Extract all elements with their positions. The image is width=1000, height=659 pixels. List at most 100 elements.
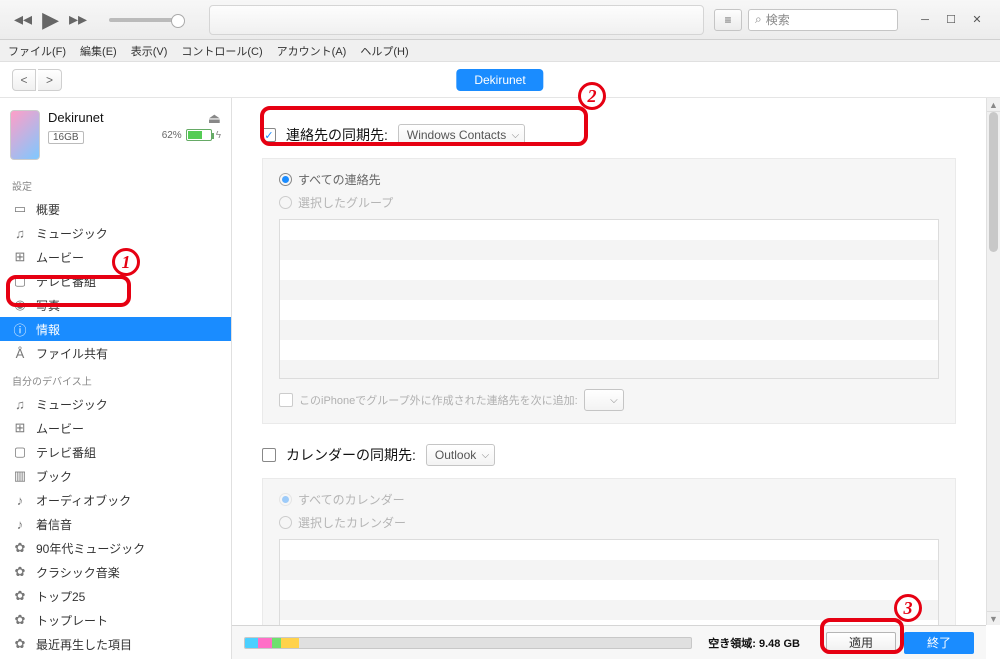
sidebar-item-ondevice[interactable]: ♪ オーディオブック	[0, 488, 231, 512]
sidebar-item-ondevice[interactable]: ✿ クラシック音楽	[0, 560, 231, 584]
prev-track-button[interactable]: ◂◂	[14, 9, 32, 30]
done-button[interactable]: 終了	[904, 632, 974, 654]
sidebar-item-settings[interactable]: ⊞ムービー	[0, 245, 231, 269]
sidebar-item-settings[interactable]: Åファイル共有	[0, 341, 231, 365]
calendars-sync-dropdown[interactable]: Outlook	[426, 444, 495, 466]
player-bar: ◂◂ ▶ ▸▸ ≡ ⌕ 検索 ─ ☐ ✕	[0, 0, 1000, 40]
sidebar-item-icon: ✿	[12, 612, 28, 628]
settings-heading: 設定	[0, 170, 231, 197]
menu-view[interactable]: 表示(V)	[131, 43, 168, 59]
sidebar-item-settings[interactable]: ⓘ 情報	[0, 317, 231, 341]
play-button[interactable]: ▶	[42, 7, 59, 33]
sidebar-item-label: クラシック音楽	[36, 564, 120, 581]
scroll-up-icon[interactable]: ▲	[987, 98, 1000, 112]
sidebar-item-icon: Å	[12, 346, 28, 361]
sidebar-item-ondevice[interactable]: ✿最近再生した項目	[0, 632, 231, 656]
contacts-sync-label: 連絡先の同期先:	[286, 125, 388, 145]
sidebar-item-icon: ♪	[12, 493, 28, 508]
menu-bar: ファイル(F) 編集(E) 表示(V) コントロール(C) アカウント(A) ヘ…	[0, 40, 1000, 62]
next-track-button[interactable]: ▸▸	[69, 9, 87, 30]
sidebar-item-icon: ⊞	[12, 420, 28, 436]
contacts-group-list	[279, 219, 939, 379]
sidebar-item-settings[interactable]: ▢テレビ番組	[0, 269, 231, 293]
sidebar-item-ondevice[interactable]: ✿ トップレート	[0, 608, 231, 632]
radio-icon	[279, 173, 292, 186]
sidebar-item-icon: ▢	[12, 444, 28, 460]
sidebar-item-label: 写真	[36, 297, 60, 314]
sidebar-item-icon: ♫	[12, 397, 28, 412]
menu-edit[interactable]: 編集(E)	[80, 43, 117, 59]
sidebar-item-ondevice[interactable]: ⊞ムービー	[0, 416, 231, 440]
sidebar-item-icon: ✿	[12, 588, 28, 604]
device-thumbnail	[10, 110, 40, 160]
battery-icon	[186, 129, 212, 141]
calendars-radio-selected[interactable]: 選択したカレンダー	[279, 514, 939, 531]
scroll-thumb[interactable]	[989, 112, 998, 252]
radio-icon	[279, 196, 292, 209]
apply-button[interactable]: 適用	[826, 632, 896, 654]
device-tab[interactable]: Dekirunet	[456, 69, 543, 91]
sidebar-item-ondevice[interactable]: ♪ 着信音	[0, 512, 231, 536]
contacts-sync-row: ✓ 連絡先の同期先: Windows Contacts	[262, 124, 956, 146]
sidebar-item-icon: ◉	[12, 297, 28, 313]
nav-forward-button[interactable]: >	[38, 69, 62, 91]
sidebar-item-ondevice[interactable]: ♫ ミュージック	[0, 392, 231, 416]
contacts-sync-checkbox[interactable]: ✓	[262, 128, 276, 142]
list-view-button[interactable]: ≡	[714, 9, 742, 31]
sidebar-item-ondevice[interactable]: ✿ トップ25	[0, 584, 231, 608]
on-device-heading: 自分のデバイス上	[0, 365, 231, 392]
window-maximize-button[interactable]: ☐	[940, 11, 962, 29]
sidebar-item-label: 着信音	[36, 516, 72, 533]
sidebar-item-label: 概要	[36, 201, 60, 218]
capacity-bar-row: 空き領域: 9.48 GB 適用 終了	[232, 625, 986, 659]
menu-controls[interactable]: コントロール(C)	[181, 43, 262, 59]
sidebar-item-icon: ✿	[12, 540, 28, 556]
menu-file[interactable]: ファイル(F)	[8, 43, 66, 59]
sidebar-item-icon: ♪	[12, 517, 28, 532]
sidebar-item-label: ブック	[36, 468, 72, 485]
contacts-radio-all[interactable]: すべての連絡先	[279, 171, 939, 188]
scroll-down-icon[interactable]: ▼	[987, 611, 1000, 625]
volume-slider[interactable]	[109, 18, 179, 22]
sidebar-item-settings[interactable]: ◉ 写真	[0, 293, 231, 317]
sidebar-item-label: ムービー	[36, 249, 84, 266]
sidebar-item-label: 情報	[36, 321, 60, 338]
calendars-radio-all[interactable]: すべてのカレンダー	[279, 491, 939, 508]
sidebar-item-label: トップレート	[36, 612, 108, 629]
sidebar-item-icon: ✿	[12, 564, 28, 580]
sidebar-item-label: トップ25	[36, 588, 85, 605]
window-close-button[interactable]: ✕	[966, 11, 988, 29]
window-minimize-button[interactable]: ─	[914, 11, 936, 29]
sidebar-item-label: ミュージック	[36, 225, 108, 242]
calendars-sync-row: カレンダーの同期先: Outlook	[262, 444, 956, 466]
vertical-scrollbar[interactable]: ▲ ▼	[986, 98, 1000, 625]
contacts-sync-dropdown[interactable]: Windows Contacts	[398, 124, 525, 146]
calendars-options-box: すべてのカレンダー 選択したカレンダー	[262, 478, 956, 625]
menu-help[interactable]: ヘルプ(H)	[360, 43, 408, 59]
sidebar-item-label: 最近再生した項目	[36, 636, 132, 653]
nav-back-button[interactable]: <	[12, 69, 36, 91]
sidebar-item-ondevice[interactable]: ▢テレビ番組	[0, 440, 231, 464]
sidebar-item-icon: ▭	[12, 201, 28, 217]
sidebar-item-settings[interactable]: ♫ ミュージック	[0, 221, 231, 245]
sidebar-item-ondevice[interactable]: ✿90年代ミュージック	[0, 536, 231, 560]
sidebar-item-label: ミュージック	[36, 396, 108, 413]
menu-account[interactable]: アカウント(A)	[277, 43, 347, 59]
search-icon: ⌕	[755, 12, 762, 27]
calendars-sync-label: カレンダーの同期先:	[286, 445, 416, 465]
calendars-sync-checkbox[interactable]	[262, 448, 276, 462]
sidebar-item-label: オーディオブック	[36, 492, 131, 509]
sidebar-item-icon: ♫	[12, 226, 28, 241]
charging-icon: ϟ	[216, 130, 221, 141]
search-input[interactable]: ⌕ 検索	[748, 9, 898, 31]
device-capacity: 16GB	[48, 131, 84, 144]
sidebar-item-icon: ▥	[12, 468, 28, 484]
contacts-add-outside-checkbox[interactable]	[279, 393, 293, 407]
sidebar-item-ondevice[interactable]: ▥ ブック	[0, 464, 231, 488]
contacts-radio-groups[interactable]: 選択したグループ	[279, 194, 939, 211]
sidebar-item-icon: ⓘ	[12, 320, 28, 339]
eject-icon[interactable]: ⏏	[162, 110, 221, 127]
sidebar-item-settings[interactable]: ▭ 概要	[0, 197, 231, 221]
radio-icon	[279, 516, 292, 529]
contacts-add-outside-dropdown[interactable]	[584, 389, 624, 411]
